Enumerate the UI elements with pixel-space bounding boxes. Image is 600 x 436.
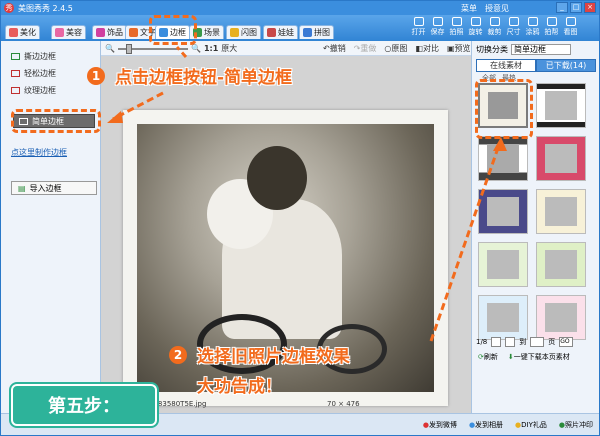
step1-number: 1 — [87, 67, 105, 85]
step2-instruction: 选择旧照片边框效果 — [197, 347, 350, 367]
arrow-line — [429, 144, 501, 342]
step1-instruction: 点击边框按钮-简单边框 — [115, 68, 293, 88]
arrow-line — [175, 45, 188, 59]
tutorial-arrows — [107, 45, 507, 342]
step-badge: 第五步： — [11, 384, 157, 426]
step2-number: 2 — [169, 346, 187, 364]
step2-done-text: 大功告成！ — [197, 377, 282, 397]
arrow-head — [493, 137, 507, 151]
app-window: 秀 美图秀秀 2.4.5 菜单 授意见 _ □ × 美化 美容 饰品 文字 边框… — [0, 0, 600, 436]
arrow-head — [107, 111, 123, 123]
